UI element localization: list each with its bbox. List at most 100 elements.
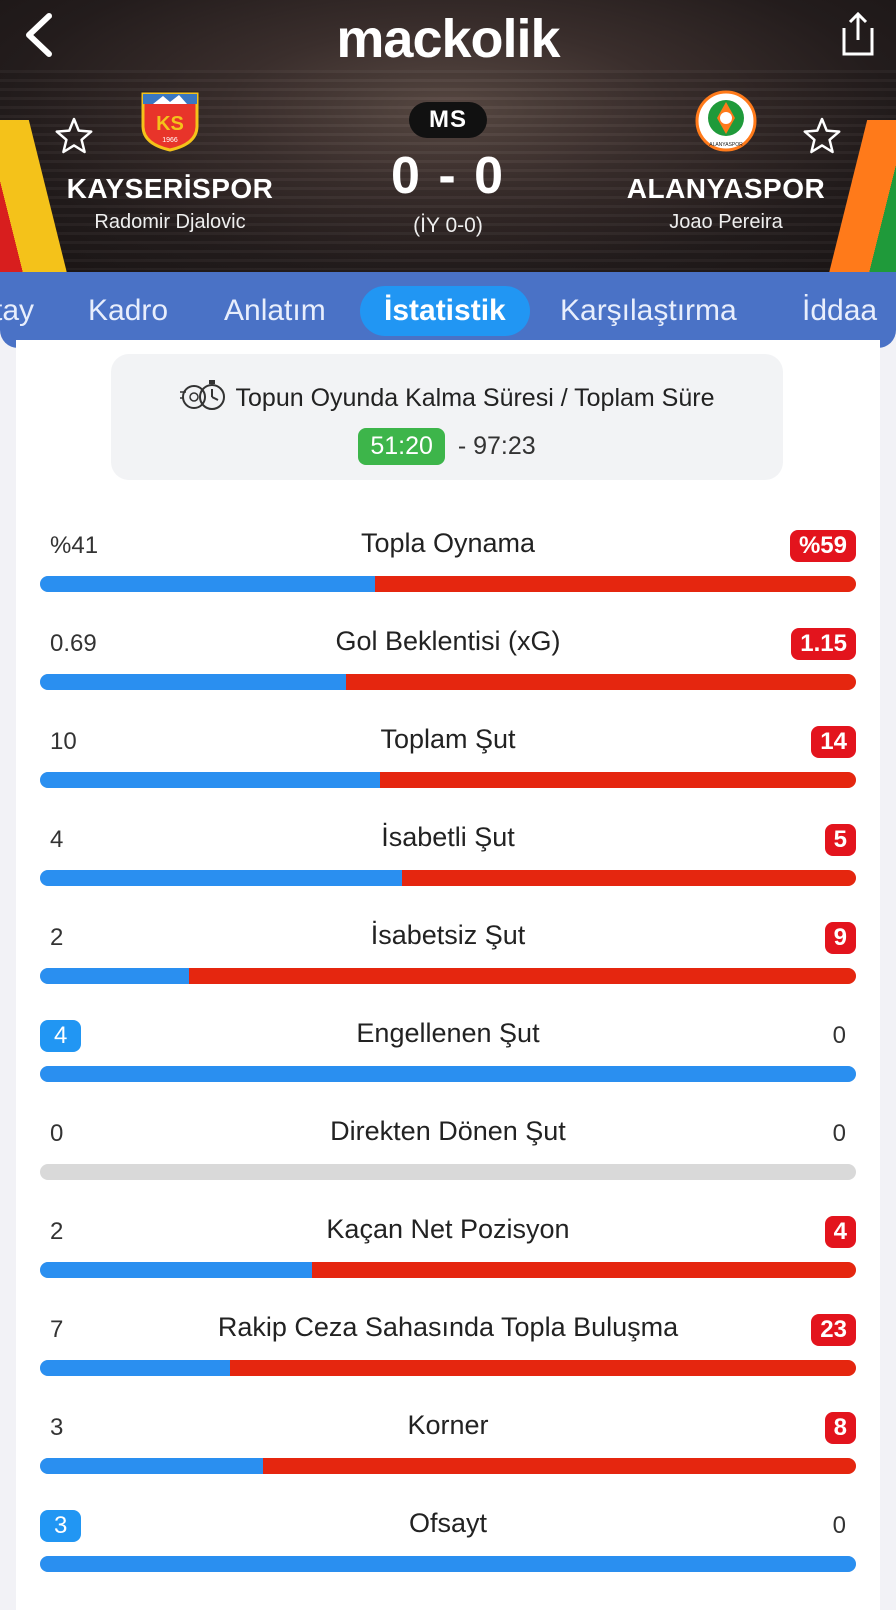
stat-comparison-bar: [40, 870, 856, 886]
tab-karsilastirma[interactable]: Karşılaştırma: [560, 286, 737, 336]
ball-in-play-title: Topun Oyunda Kalma Süresi / Toplam Süre: [235, 384, 715, 412]
stat-comparison-bar: [40, 968, 856, 984]
stat-away-value: 14: [811, 726, 856, 758]
stat-home-value: 2: [50, 1218, 64, 1245]
stat-away-value: 23: [811, 1314, 856, 1346]
stat-home-value: 10: [50, 728, 77, 755]
stat-row: 3 Korner 8: [40, 1400, 856, 1490]
svg-text:ALANYASPOR: ALANYASPOR: [709, 142, 743, 148]
svg-text:KS: KS: [156, 113, 184, 135]
home-team[interactable]: KS 1966 KAYSERİSPOR Radomir Djalovic: [30, 90, 310, 234]
stat-bar-home-fill: [40, 1458, 263, 1474]
stat-bar-home-fill: [40, 870, 402, 886]
ball-in-play-card: Topun Oyunda Kalma Süresi / Toplam Süre …: [111, 354, 783, 480]
stopwatch-ball-icon: [179, 380, 225, 410]
stat-comparison-bar: [40, 1458, 856, 1474]
stat-away-value: 0: [832, 1022, 846, 1049]
stat-home-value: 0: [50, 1120, 64, 1147]
share-icon: [842, 11, 874, 56]
tab-iddaa[interactable]: İddaa: [802, 286, 877, 336]
stat-bar-home-fill: [40, 772, 380, 788]
kayserispor-logo: KS 1966: [141, 92, 199, 152]
stat-away-value: 8: [824, 1412, 856, 1444]
stat-comparison-bar: [40, 1360, 856, 1376]
tab-kadro[interactable]: Kadro: [88, 286, 168, 336]
ball-in-play-time: 51:20: [358, 428, 445, 465]
stat-label: Engellenen Şut: [356, 1018, 540, 1048]
stat-label: Ofsayt: [408, 1508, 488, 1538]
stat-bar-away-fill: [312, 1262, 856, 1278]
stat-row: 7 Rakip Ceza Sahasında Topla Buluşma 23: [40, 1302, 856, 1392]
match-header: mackolik KS 1966 KAYSERİSPOR Radomir Dja…: [0, 0, 896, 272]
stat-home-value: 2: [50, 924, 64, 951]
match-score: 0 - 0: [390, 147, 506, 205]
stat-row: 3 Ofsayt 0: [40, 1498, 856, 1588]
away-team[interactable]: ALANYASPOR ALANYASPOR Joao Pereira: [586, 90, 866, 234]
stat-label: Rakip Ceza Sahasında Topla Buluşma: [217, 1312, 679, 1342]
total-match-time: - 97:23: [457, 432, 536, 460]
stat-comparison-bar: [40, 1164, 856, 1180]
stat-bar-home-fill: [40, 1262, 312, 1278]
halftime-score: (İY 0-0): [413, 214, 483, 237]
stat-label: Gol Beklentisi (xG): [335, 626, 561, 656]
stat-bar-away-fill: [402, 870, 856, 886]
stat-row: 2 İsabetsiz Şut 9: [40, 910, 856, 1000]
stat-away-value: %59: [789, 530, 856, 562]
share-button[interactable]: [838, 10, 878, 58]
stat-away-value: 1.15: [791, 628, 856, 660]
stat-away-value: 4: [824, 1216, 856, 1248]
stat-comparison-bar: [40, 674, 856, 690]
stat-comparison-bar: [40, 1262, 856, 1278]
stat-away-value: 5: [824, 824, 856, 856]
stat-home-value: 7: [50, 1316, 64, 1343]
stat-home-value: 4: [50, 826, 64, 853]
stat-comparison-bar: [40, 1066, 856, 1082]
stat-bar-away-fill: [189, 968, 856, 984]
stat-bar-away-fill: [230, 1360, 856, 1376]
stat-label: İsabetsiz Şut: [370, 920, 526, 950]
stat-bar-home-fill: [40, 576, 375, 592]
stat-away-value: 0: [832, 1120, 846, 1147]
stat-bar-home-fill: [40, 1360, 230, 1376]
stat-home-value: 0.69: [50, 630, 97, 657]
svg-text:1966: 1966: [162, 137, 178, 144]
stat-bar-away-fill: [346, 674, 856, 690]
stat-row: 10 Toplam Şut 14: [40, 714, 856, 804]
stat-bar-away-fill: [263, 1458, 856, 1474]
match-status-badge: MS: [409, 102, 487, 138]
stat-label: İsabetli Şut: [381, 822, 515, 852]
stat-away-value: 9: [824, 922, 856, 954]
stat-bar-home-fill: [40, 674, 346, 690]
tab-bar: tay Kadro Anlatım İstatistik Karşılaştır…: [0, 272, 896, 348]
stat-label: Kaçan Net Pozisyon: [326, 1214, 570, 1244]
away-team-coach: Joao Pereira: [669, 211, 783, 233]
stat-home-value: 3: [40, 1510, 82, 1542]
stat-row: 4 İsabetli Şut 5: [40, 812, 856, 902]
tab-detay[interactable]: tay: [0, 286, 34, 336]
stat-label: Toplam Şut: [380, 724, 516, 754]
statistics-panel: Topun Oyunda Kalma Süresi / Toplam Süre …: [16, 340, 880, 1610]
stat-home-value: 3: [50, 1414, 64, 1441]
stat-comparison-bar: [40, 576, 856, 592]
stat-bar-home-fill: [40, 1066, 856, 1082]
home-team-coach: Radomir Djalovic: [94, 211, 246, 233]
stat-bar-home-fill: [40, 968, 189, 984]
stat-row: 2 Kaçan Net Pozisyon 4: [40, 1204, 856, 1294]
app-logo: mackolik: [336, 9, 560, 69]
score-area: MS 0 - 0 (İY 0-0): [348, 102, 548, 238]
tab-istatistik[interactable]: İstatistik: [360, 286, 530, 336]
stat-row: 4 Engellenen Şut 0: [40, 1008, 856, 1098]
stat-row: 0.69 Gol Beklentisi (xG) 1.15: [40, 616, 856, 706]
stat-comparison-bar: [40, 1556, 856, 1572]
stat-away-value: 0: [832, 1512, 846, 1539]
stat-home-value: 4: [40, 1020, 82, 1052]
tab-anlatim[interactable]: Anlatım: [224, 286, 326, 336]
stat-comparison-bar: [40, 772, 856, 788]
home-team-name: KAYSERİSPOR: [66, 173, 274, 204]
stat-home-value: %41: [50, 532, 99, 559]
stat-row: %41 Topla Oynama %59: [40, 518, 856, 608]
stat-bar-away-fill: [380, 772, 856, 788]
stat-row: 0 Direkten Dönen Şut 0: [40, 1106, 856, 1196]
stat-label: Korner: [407, 1410, 489, 1440]
alanyaspor-logo: ALANYASPOR: [695, 90, 757, 152]
